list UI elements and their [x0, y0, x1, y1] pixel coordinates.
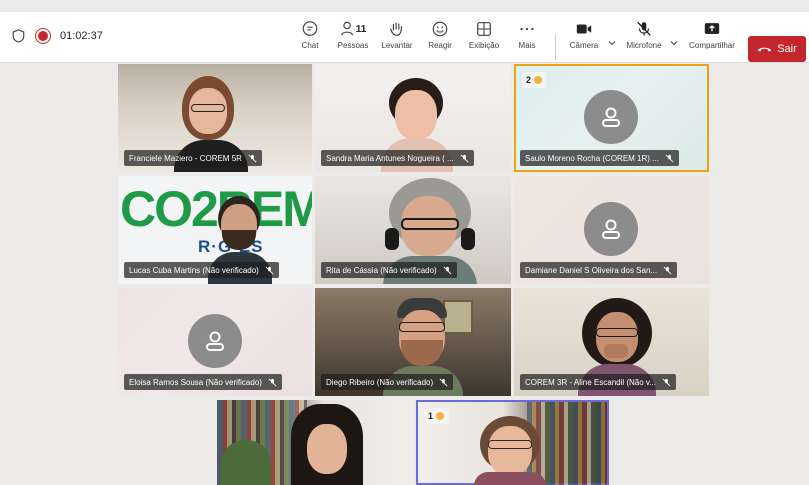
- raised-hand-badge: 1: [424, 408, 450, 424]
- raised-hand-order: 1: [428, 411, 434, 421]
- video-tile-participant-10[interactable]: [217, 400, 413, 485]
- participant-name: Rita de Cássia (Não verificado): [326, 265, 437, 275]
- video-tile-rita[interactable]: Rita de Cássia (Não verificado): [315, 176, 511, 284]
- video-tile-aline[interactable]: COREM 3R - Aline Escandil (Não v...: [514, 288, 709, 396]
- camera-label: Câmera: [569, 41, 599, 50]
- shield-icon[interactable]: [12, 29, 25, 43]
- muted-mic-icon: [439, 378, 448, 386]
- participant-name-tag: Saulo Moreno Rocha (COREM 1R) ...: [520, 150, 679, 166]
- hand-icon: [390, 22, 403, 36]
- participant-name-tag: COREM 3R - Aline Escandil (Não v...: [520, 374, 677, 390]
- participant-name: Franciele Maziero - COREM 5R: [129, 153, 242, 163]
- participant-name: Saulo Moreno Rocha (COREM 1R) ...: [525, 153, 659, 163]
- participant-name: COREM 3R - Aline Escandil (Não v...: [525, 377, 657, 387]
- people-label: Pessoas: [337, 41, 369, 50]
- muted-mic-icon: [248, 154, 257, 162]
- participant-name: Sandra Maria Antunes Nogueira ( ...: [326, 153, 454, 163]
- muted-mic-icon: [268, 378, 277, 386]
- share-label: Compartilhar: [689, 41, 735, 50]
- avatar: [584, 90, 638, 144]
- microphone-muted-icon: [637, 21, 651, 36]
- muted-mic-icon: [662, 378, 671, 386]
- camera-options-chevron-down-icon[interactable]: [608, 39, 616, 47]
- meeting-status: 01:02:37: [12, 29, 103, 43]
- participant-video: [474, 416, 546, 485]
- toolbar-divider: [555, 34, 556, 60]
- avatar: [584, 202, 638, 256]
- raise-hand-label: Levantar: [381, 41, 413, 50]
- raised-hand-icon: [436, 412, 445, 420]
- person-icon: [206, 331, 224, 351]
- chat-icon: [302, 21, 318, 36]
- raised-hand-order: 2: [526, 75, 532, 85]
- chat-label: Chat: [301, 41, 319, 50]
- share-screen-icon: [704, 23, 720, 34]
- people-icon: [340, 21, 353, 36]
- leave-button[interactable]: Sair: [748, 36, 806, 62]
- react-button[interactable]: Reagir: [417, 20, 463, 50]
- muted-mic-icon: [663, 266, 672, 274]
- participant-name: Diego Ribeiro (Não verificado): [326, 377, 434, 387]
- participant-name-tag: Damiane Daniel S Oliveira dos San...: [520, 262, 678, 278]
- raised-hand-icon: [534, 76, 543, 84]
- smiley-icon: [432, 21, 448, 37]
- muted-mic-icon: [665, 154, 674, 162]
- video-tile-participant-11[interactable]: 1: [416, 400, 609, 485]
- microphone-button[interactable]: Microfone: [621, 20, 667, 50]
- leave-label: Sair: [777, 43, 797, 55]
- meeting-toolbar: 01:02:37 Chat 11 Pessoas Levantar Reagir…: [0, 12, 809, 63]
- person-icon: [602, 107, 620, 127]
- participant-name-tag: Sandra Maria Antunes Nogueira ( ...: [321, 150, 474, 166]
- window-top-strip: [0, 0, 809, 12]
- participant-name-tag: Eloisa Ramos Sousa (Não verificado): [124, 374, 282, 390]
- video-tile-damiane[interactable]: Damiane Daniel S Oliveira dos San...: [514, 176, 709, 284]
- muted-mic-icon: [460, 154, 469, 162]
- more-button[interactable]: Mais: [504, 20, 550, 50]
- meeting-timer: 01:02:37: [60, 30, 103, 42]
- muted-mic-icon: [443, 266, 452, 274]
- participant-name: Damiane Daniel S Oliveira dos San...: [525, 265, 658, 275]
- view-label: Exibição: [468, 41, 500, 50]
- video-tile-saulo[interactable]: 2 Saulo Moreno Rocha (COREM 1R) ...: [514, 64, 709, 172]
- person-icon: [602, 219, 620, 239]
- video-tile-sandra[interactable]: Sandra Maria Antunes Nogueira ( ...: [315, 64, 511, 172]
- more-label: Mais: [518, 41, 536, 50]
- react-label: Reagir: [428, 41, 452, 50]
- raised-hand-badge: 2: [522, 72, 548, 88]
- participant-name: Eloisa Ramos Sousa (Não verificado): [129, 377, 262, 387]
- participant-name-tag: Franciele Maziero - COREM 5R: [124, 150, 262, 166]
- raise-hand-button[interactable]: Levantar: [374, 20, 420, 50]
- more-dots-icon: [520, 27, 534, 31]
- avatar: [188, 314, 242, 368]
- video-tile-franciele[interactable]: Franciele Maziero - COREM 5R: [118, 64, 312, 172]
- microphone-label: Microfone: [626, 41, 662, 50]
- participant-name-tag: Lucas Cuba Martins (Não verificado): [124, 262, 279, 278]
- people-button[interactable]: 11 Pessoas: [330, 20, 376, 50]
- chat-button[interactable]: Chat: [287, 20, 333, 50]
- camera-button[interactable]: Câmera: [561, 20, 607, 50]
- video-tile-diego[interactable]: Diego Ribeiro (Não verificado): [315, 288, 511, 396]
- share-button[interactable]: Compartilhar: [686, 20, 738, 50]
- plant: [221, 440, 271, 485]
- participant-name-tag: Diego Ribeiro (Não verificado): [321, 374, 454, 390]
- recording-icon: [36, 29, 50, 43]
- grid-view-icon: [477, 22, 491, 36]
- video-tile-eloisa[interactable]: Eloisa Ramos Sousa (Não verificado): [118, 288, 312, 396]
- participant-name-tag: Rita de Cássia (Não verificado): [321, 262, 457, 278]
- video-tile-lucas[interactable]: CO2REM R·G·ES Lucas Cuba Martins (Não ve…: [118, 176, 312, 284]
- muted-mic-icon: [265, 266, 274, 274]
- microphone-options-chevron-down-icon[interactable]: [670, 39, 678, 47]
- view-button[interactable]: Exibição: [461, 20, 507, 50]
- participant-video: [289, 404, 365, 485]
- camera-icon: [576, 24, 592, 34]
- participant-name: Lucas Cuba Martins (Não verificado): [129, 265, 259, 275]
- people-count: 11: [355, 23, 367, 35]
- hang-up-icon: [758, 47, 772, 52]
